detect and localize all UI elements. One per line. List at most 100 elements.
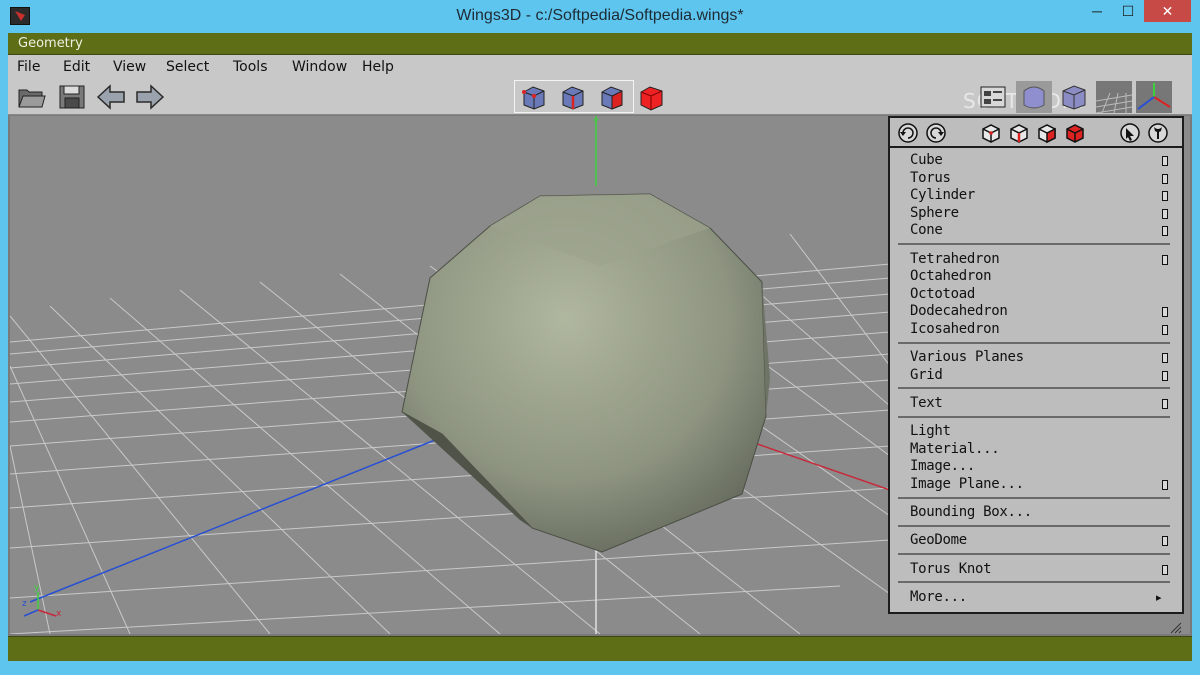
menu-view[interactable]: View <box>113 59 146 75</box>
menu-item-image[interactable]: Image... <box>890 458 1182 476</box>
option-box-icon[interactable] <box>1162 480 1168 490</box>
menu-item-label: Cube <box>910 152 943 168</box>
3d-viewport[interactable]: Y z y x Cube Torus Cylinder Sphere Cone … <box>10 116 1190 634</box>
menu-item-label: Dodecahedron <box>910 303 1008 320</box>
body-select-icon[interactable] <box>636 83 666 111</box>
option-box-icon[interactable] <box>1162 325 1168 335</box>
menu-item-label: Cylinder <box>910 187 976 204</box>
menu-separator <box>898 581 1170 584</box>
menu-item-more[interactable]: More... ▸ <box>890 589 1182 607</box>
menu-separator <box>898 387 1170 390</box>
smooth-shading-icon[interactable] <box>1016 81 1052 113</box>
wireframe-icon[interactable] <box>1056 81 1092 113</box>
menu-item-label: Tetrahedron <box>910 250 1000 267</box>
app-window: Wings3D - c:/Softpedia/Softpedia.wings* … <box>0 0 1200 675</box>
main-frame: Geometry File Edit View Select Tools Win… <box>8 33 1192 661</box>
menu-separator <box>898 341 1170 344</box>
option-box-icon[interactable] <box>1162 156 1168 166</box>
menu-item-text[interactable]: Text <box>890 395 1182 413</box>
redo-arrow-icon[interactable] <box>135 83 165 111</box>
cube-vertex-icon[interactable] <box>980 122 1002 144</box>
option-box-icon[interactable] <box>1162 208 1168 219</box>
option-box-icon[interactable] <box>1162 399 1168 409</box>
menu-item-label: Cone <box>910 222 943 239</box>
menu-item-label: Octahedron <box>910 268 992 285</box>
menu-item-label: Material... <box>910 440 1000 457</box>
window-title: Wings3D - c:/Softpedia/Softpedia.wings* <box>456 7 744 24</box>
y-axis-label: Y <box>592 118 599 128</box>
dodecahedron-model <box>401 193 770 553</box>
menu-item-label: Various Planes <box>910 349 1024 366</box>
rotate-cw-icon[interactable] <box>924 122 948 144</box>
menu-item-material[interactable]: Material... <box>890 441 1182 459</box>
option-box-icon[interactable] <box>1162 191 1168 202</box>
undo-arrow-icon[interactable] <box>96 83 126 111</box>
option-box-icon[interactable] <box>1162 307 1168 318</box>
resize-grip-icon[interactable] <box>1170 622 1182 634</box>
close-button[interactable]: ✕ <box>1144 0 1191 22</box>
menu-item-label: Octotoad <box>910 285 976 302</box>
menu-item-label: Bounding Box... <box>910 504 1032 521</box>
menu-item-label: Grid <box>910 366 943 383</box>
menu-item-geodome[interactable]: GeoDome <box>890 532 1182 550</box>
geometry-create-menu: Cube Torus Cylinder Sphere Cone Tetrahedron Oc… <box>888 116 1184 614</box>
menu-item-cube[interactable]: Cube <box>890 152 1182 170</box>
menu-item-bounding-box[interactable]: Bounding Box... <box>890 504 1182 522</box>
ground-plane-icon[interactable] <box>1096 81 1132 113</box>
rotate-ccw-icon[interactable] <box>896 122 920 144</box>
menu-tools[interactable]: Tools <box>233 59 268 75</box>
save-icon[interactable] <box>57 83 87 111</box>
geometry-title-bar: Geometry <box>8 33 1192 55</box>
status-bar <box>8 636 1192 661</box>
cursor-tool-icon[interactable] <box>1118 122 1142 144</box>
menu-item-label: Image... <box>910 458 976 475</box>
menu-item-icosahedron[interactable]: Icosahedron <box>890 321 1182 339</box>
menu-help[interactable]: Help <box>362 59 394 75</box>
face-select-icon[interactable] <box>596 83 626 111</box>
minimize-button[interactable]: ─ <box>1082 0 1112 22</box>
option-box-icon[interactable] <box>1162 254 1168 265</box>
menu-edit[interactable]: Edit <box>63 59 90 75</box>
vertex-select-icon[interactable] <box>518 83 548 111</box>
menu-item-various-planes[interactable]: Various Planes <box>890 349 1182 367</box>
menu-item-cone[interactable]: Cone <box>890 222 1182 240</box>
menu-file[interactable]: File <box>17 59 40 75</box>
menu-item-torus[interactable]: Torus <box>890 170 1182 188</box>
menu-item-octahedron[interactable]: Octahedron <box>890 268 1182 286</box>
geometry-label: Geometry <box>18 36 83 51</box>
edge-select-icon[interactable] <box>557 83 587 111</box>
menu-item-sphere[interactable]: Sphere <box>890 205 1182 223</box>
option-box-icon[interactable] <box>1162 226 1168 237</box>
open-folder-icon[interactable] <box>16 83 46 111</box>
menu-item-image-plane[interactable]: Image Plane... <box>890 476 1182 494</box>
menu-item-light[interactable]: Light <box>890 423 1182 441</box>
menu-item-octotoad[interactable]: Octotoad <box>890 286 1182 304</box>
option-box-icon[interactable] <box>1162 536 1168 547</box>
submenu-arrow-icon: ▸ <box>1156 590 1162 604</box>
menu-item-label: GeoDome <box>910 532 967 549</box>
menu-item-cylinder[interactable]: Cylinder <box>890 187 1182 205</box>
x-axis-line <box>739 437 891 491</box>
maximize-button[interactable]: ☐ <box>1113 0 1143 22</box>
menu-item-grid[interactable]: Grid <box>890 367 1182 385</box>
option-box-icon[interactable] <box>1162 353 1168 364</box>
menu-item-dodecahedron[interactable]: Dodecahedron <box>890 303 1182 321</box>
cube-body-icon[interactable] <box>1064 122 1086 144</box>
axes-icon[interactable] <box>1136 81 1172 113</box>
wrench-tool-icon[interactable] <box>1146 122 1170 144</box>
menu-window[interactable]: Window <box>292 59 347 75</box>
menu-separator <box>898 243 1170 245</box>
option-box-icon[interactable] <box>1162 173 1168 184</box>
menu-item-torus-knot[interactable]: Torus Knot <box>890 561 1182 579</box>
material-view-icon[interactable] <box>978 83 1008 111</box>
menu-item-label: Text <box>910 395 943 411</box>
option-box-icon[interactable] <box>1162 564 1168 575</box>
menu-item-label: Icosahedron <box>910 321 1000 337</box>
cube-face-icon[interactable] <box>1036 122 1058 144</box>
menu-item-label: More... <box>910 588 967 605</box>
cube-edge-icon[interactable] <box>1008 122 1030 144</box>
menu-select[interactable]: Select <box>166 59 209 75</box>
option-box-icon[interactable] <box>1162 370 1168 381</box>
panel-toolbar <box>890 118 1182 148</box>
menu-item-tetrahedron[interactable]: Tetrahedron <box>890 251 1182 269</box>
